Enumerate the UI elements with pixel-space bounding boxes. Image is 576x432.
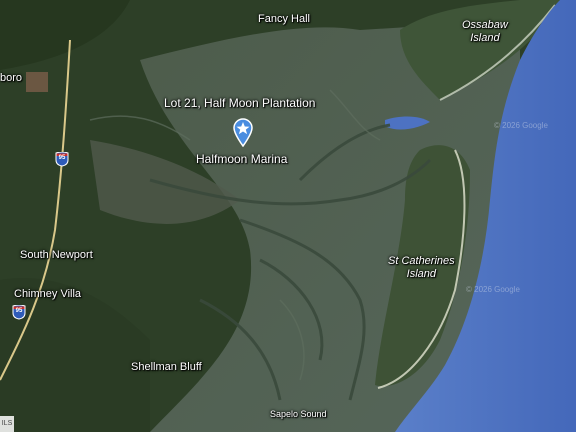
satellite-imagery — [0, 0, 576, 432]
copyright-watermark: © 2026 Google — [466, 285, 520, 294]
place-label-riceboro: boro — [0, 72, 23, 84]
place-label-fancy-hall: Fancy Hall — [258, 13, 310, 25]
corner-badge: ILS — [0, 416, 14, 432]
place-label-chimney-villa: Chimney Villa — [14, 288, 82, 300]
place-label-halfmoon-marina[interactable]: Halfmoon Marina — [196, 152, 287, 166]
place-label-st-catherines-island: St Catherines Island — [388, 255, 455, 280]
place-label-shellman-bluff: Shellman Bluff — [131, 361, 202, 373]
place-label-south-newport: South Newport — [20, 249, 93, 261]
place-label-ossabaw-island: Ossabaw Island — [462, 19, 508, 44]
interstate-shield-icon: 95 — [12, 304, 26, 320]
place-label-sapelo-sound: Sapelo Sound — [270, 409, 327, 419]
map-pin-star-icon[interactable] — [232, 117, 254, 148]
interstate-shield-number: 95 — [15, 308, 23, 314]
interstate-shield-number: 95 — [58, 155, 66, 161]
satellite-map[interactable]: Fancy Hall Ossabaw Island boro Lot 21, H… — [0, 0, 576, 432]
marker-title-label[interactable]: Lot 21, Half Moon Plantation — [164, 96, 315, 110]
interstate-shield-icon: 95 — [55, 151, 69, 167]
copyright-watermark: © 2026 Google — [494, 121, 548, 130]
